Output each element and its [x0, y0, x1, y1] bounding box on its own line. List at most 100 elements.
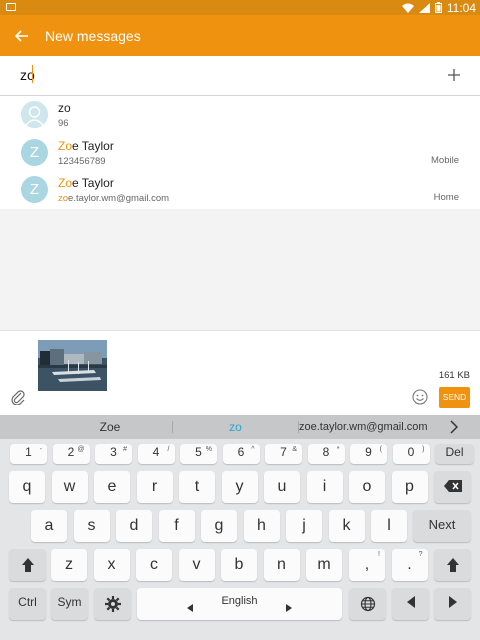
key-4[interactable]: 4/ — [137, 444, 175, 464]
key-punct-0[interactable]: ,! — [349, 549, 385, 581]
key-o[interactable]: o — [349, 471, 385, 503]
ctrl-key[interactable]: Ctrl — [9, 588, 46, 620]
key-7[interactable]: 7 & — [265, 444, 302, 464]
compose-area: 161 KB SEND — [0, 330, 480, 415]
shift-key-left[interactable] — [9, 549, 46, 581]
key-f[interactable]: f — [158, 510, 195, 542]
emoji-button[interactable] — [412, 389, 428, 410]
next-key[interactable]: Next — [413, 510, 471, 542]
suggestion-detail: 123456789 — [58, 156, 106, 167]
key-label: k — [342, 517, 351, 534]
key-q[interactable]: q — [9, 471, 45, 503]
status-time: 11:04 — [446, 0, 476, 15]
key-2[interactable]: 2 @ — [52, 444, 90, 464]
prediction-item[interactable]: Zoe — [40, 415, 180, 439]
key-label: m — [317, 556, 331, 573]
prediction-bar: Zoe zo zoe.taylor.wm@gmail.com — [0, 415, 480, 439]
arrow-right-icon — [286, 599, 292, 616]
suggestion-detail: zoe.taylor.wm@gmail.com — [58, 193, 170, 204]
key-y[interactable]: y — [221, 471, 258, 503]
key-b[interactable]: b — [221, 549, 257, 581]
key-label: r — [151, 478, 158, 495]
smiley-icon — [412, 389, 428, 405]
key-punct-1[interactable]: .? — [391, 549, 428, 581]
key-j[interactable]: j — [286, 510, 322, 542]
key-u[interactable]: u — [264, 471, 300, 503]
language-key[interactable] — [349, 588, 386, 620]
key-g[interactable]: g — [201, 510, 237, 542]
key-m[interactable]: m — [306, 549, 342, 581]
key-label: g — [214, 517, 224, 534]
key-c[interactable]: c — [136, 549, 172, 581]
key-i[interactable]: i — [306, 471, 343, 503]
avatar: Z — [21, 139, 48, 166]
attachment-size: 161 KB — [438, 370, 470, 381]
key-z[interactable]: z — [51, 549, 87, 581]
key-8[interactable]: 8 * — [307, 444, 345, 464]
key-6[interactable]: 6 ^ — [222, 444, 260, 464]
key-t[interactable]: t — [179, 471, 215, 503]
key-label: j — [302, 517, 306, 534]
key-secondary-label: % — [205, 446, 212, 453]
key-9[interactable]: 9( — [350, 444, 387, 464]
key-label: u — [277, 478, 287, 495]
key-v[interactable]: v — [178, 549, 215, 581]
key-a[interactable]: a — [31, 510, 67, 542]
recipient-input[interactable]: zo — [20, 67, 400, 85]
prediction-item[interactable]: zoe.taylor.wm@gmail.com — [299, 415, 428, 439]
cursor-right-key[interactable] — [434, 588, 471, 620]
back-arrow-icon — [15, 29, 28, 42]
key-x[interactable]: x — [93, 549, 130, 581]
expand-predictions-button[interactable] — [450, 420, 459, 439]
photo-image — [38, 340, 107, 391]
key-r[interactable]: r — [136, 471, 173, 503]
back-button[interactable] — [0, 15, 44, 56]
conversation-area — [0, 209, 480, 330]
person-icon — [21, 101, 48, 128]
space-key[interactable]: English — [137, 588, 342, 620]
send-button[interactable]: SEND — [439, 387, 470, 408]
key-d[interactable]: d — [116, 510, 152, 542]
key-s[interactable]: s — [73, 510, 110, 542]
key-w[interactable]: w — [51, 471, 88, 503]
backspace-key[interactable] — [434, 471, 471, 503]
wifi-icon — [401, 3, 414, 13]
key-0[interactable]: 0) — [392, 444, 430, 464]
key-p[interactable]: p — [391, 471, 428, 503]
key-label: Sym — [57, 595, 82, 609]
key-3[interactable]: 3 # — [95, 444, 132, 464]
key-label: p — [405, 478, 414, 495]
key-label: h — [257, 517, 266, 534]
attachment-thumbnail[interactable] — [38, 340, 107, 391]
key-label: x — [107, 556, 116, 573]
cursor-left-key[interactable] — [392, 588, 429, 620]
paperclip-icon — [11, 390, 25, 406]
settings-key[interactable] — [94, 588, 131, 620]
key-e[interactable]: e — [94, 471, 130, 503]
prediction-item[interactable]: zo — [173, 415, 298, 439]
page-title: New messages — [45, 27, 141, 44]
key-label: Ctrl — [18, 595, 37, 609]
key-k[interactable]: k — [328, 510, 365, 542]
settings-icon — [94, 596, 131, 612]
key-h[interactable]: h — [243, 510, 280, 542]
key-label: . — [407, 556, 412, 573]
delete-key[interactable]: Del — [435, 444, 474, 464]
key-secondary-label: # — [123, 446, 127, 453]
add-recipient-button[interactable] — [448, 65, 460, 85]
key-label: c — [150, 556, 158, 573]
key-label: , — [364, 556, 370, 573]
suggestion-item[interactable]: Z Zoe Taylor 123456789 Mobile — [0, 134, 480, 172]
suggestion-item[interactable]: Z Zoe Taylor zoe.taylor.wm@gmail.com Hom… — [0, 171, 480, 209]
attach-button[interactable] — [10, 389, 26, 410]
sym-key[interactable]: Sym — [51, 588, 88, 620]
key-secondary-label: ! — [378, 551, 380, 558]
key-l[interactable]: l — [371, 510, 407, 542]
key-n[interactable]: n — [263, 549, 300, 581]
key-5[interactable]: 5% — [180, 444, 217, 464]
shift-key-right[interactable] — [434, 549, 471, 581]
key-1[interactable]: 1- — [10, 444, 47, 464]
key-secondary-label: ^ — [251, 446, 255, 453]
suggestion-item[interactable]: zo 96 — [0, 96, 480, 134]
arrow-right-icon — [434, 596, 471, 608]
